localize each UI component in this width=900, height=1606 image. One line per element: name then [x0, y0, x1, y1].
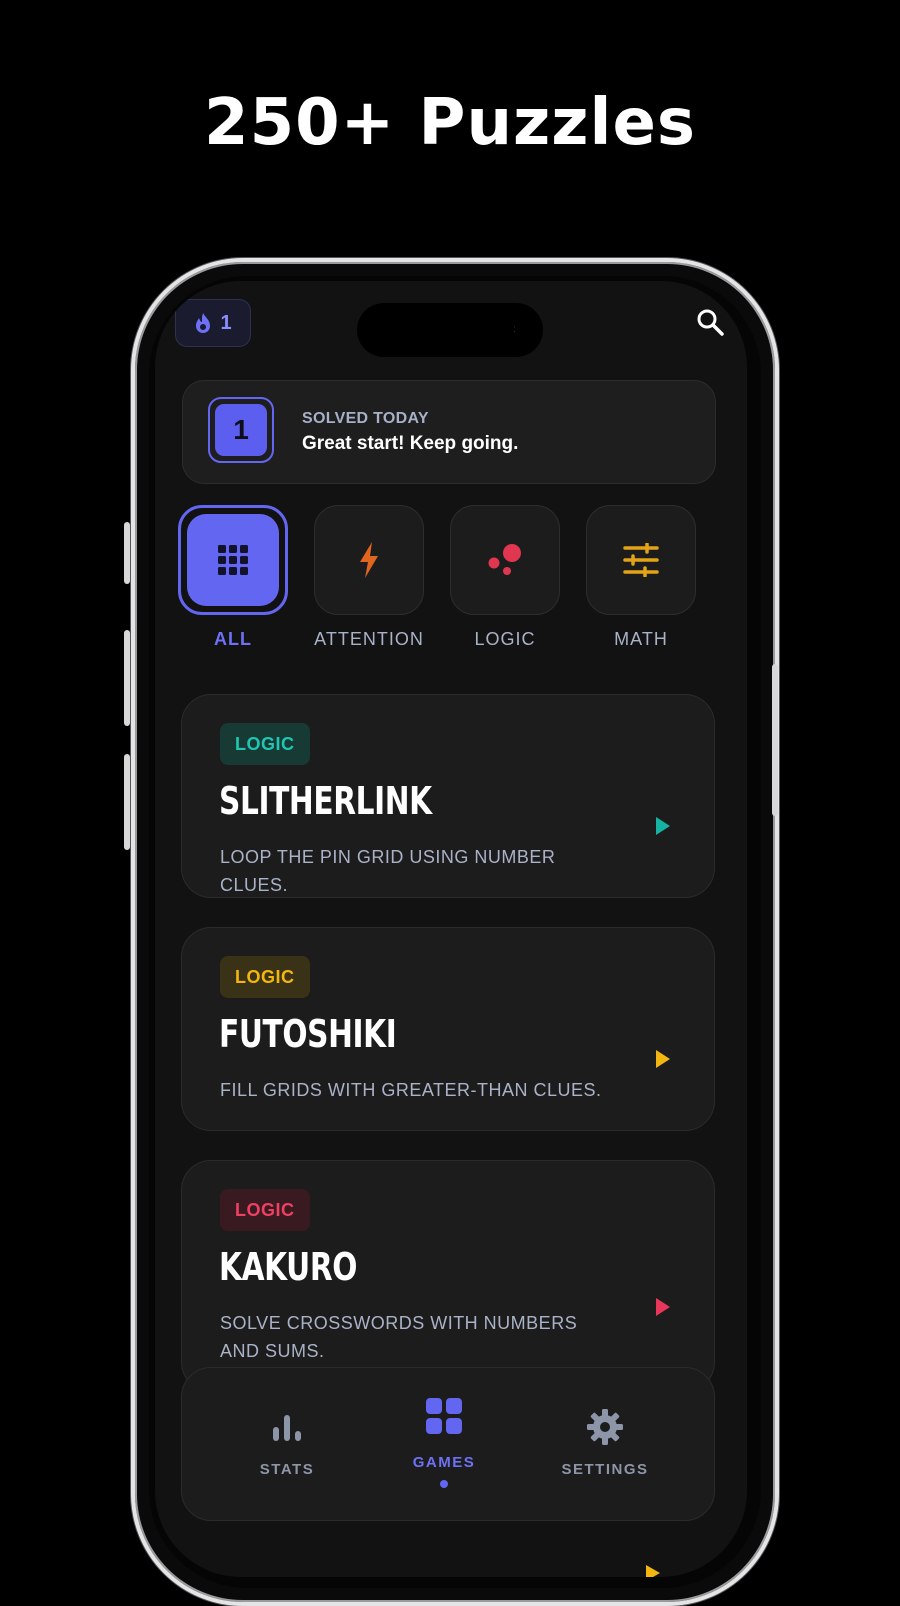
phone-side-button — [124, 754, 130, 850]
category-all[interactable]: ALL — [178, 505, 290, 650]
bar-chart-icon — [273, 1415, 301, 1441]
puzzle-title: SLITHERLINK — [219, 779, 432, 823]
flame-icon — [196, 313, 211, 333]
solved-message: Great start! Keep going. — [302, 433, 519, 454]
tab-stats[interactable]: STATS — [207, 1368, 367, 1522]
phone-side-button — [124, 630, 130, 726]
category-label: ATTENTION — [314, 629, 424, 649]
tab-label: STATS — [259, 1461, 315, 1478]
category-tag: LOGIC — [220, 956, 310, 998]
tab-label: SETTINGS — [561, 1461, 649, 1478]
tab-label: GAMES — [412, 1454, 476, 1471]
puzzle-description: LOOP THE PIN GRID USING NUMBER CLUES. — [220, 847, 556, 895]
puzzle-description: SOLVE CROSSWORDS WITH NUMBERS AND SUMS. — [220, 1313, 578, 1361]
category-tag: LOGIC — [220, 723, 310, 765]
category-logic[interactable]: LOGIC — [450, 505, 562, 650]
solved-count-box: 1 — [208, 397, 274, 463]
puzzle-description: FILL GRIDS WITH GREATER-THAN CLUES. — [220, 1080, 602, 1100]
tab-settings[interactable]: SETTINGS — [525, 1368, 685, 1522]
streak-badge[interactable]: 1 — [175, 299, 251, 347]
solved-count: 1 — [215, 404, 267, 456]
dynamic-island: : — [357, 303, 543, 357]
puzzle-title: FUTOSHIKI — [219, 1012, 397, 1056]
gear-icon — [587, 1409, 623, 1445]
puzzle-card-futoshiki[interactable]: LOGIC FUTOSHIKI FILL GRIDS WITH GREATER-… — [181, 927, 715, 1131]
solved-today-label: SOLVED TODAY — [302, 410, 429, 427]
search-icon[interactable] — [695, 307, 725, 337]
phone-side-button — [772, 664, 778, 816]
play-icon[interactable] — [656, 1050, 670, 1068]
category-math[interactable]: MATH — [586, 505, 698, 650]
play-icon[interactable] — [656, 817, 670, 835]
solved-today-card: 1 SOLVED TODAY Great start! Keep going. — [182, 380, 716, 484]
category-label: ALL — [214, 629, 252, 649]
play-icon[interactable] — [656, 1298, 670, 1316]
category-filter: ALL ATTENTION LOGIC MATH — [178, 505, 698, 665]
app-screen: : 1 1 SOLVED TODAY Great start! Keep goi… — [155, 281, 747, 1577]
puzzle-card-kakuro[interactable]: LOGIC KAKURO SOLVE CROSSWORDS WITH NUMBE… — [181, 1160, 715, 1392]
tab-bar: STATS GAMES SETTINGS — [181, 1367, 715, 1521]
headline: 250+ Puzzles — [204, 86, 696, 160]
active-indicator — [440, 1480, 448, 1488]
tab-games[interactable]: GAMES — [364, 1368, 524, 1522]
category-label: LOGIC — [474, 629, 536, 649]
grid-icon — [218, 545, 248, 575]
category-tag: LOGIC — [220, 1189, 310, 1231]
sliders-icon — [623, 543, 659, 577]
play-icon[interactable] — [646, 1565, 660, 1577]
lightning-icon — [360, 542, 378, 578]
dots-icon — [488, 544, 521, 575]
streak-count: 1 — [220, 311, 232, 334]
grid-icon — [426, 1398, 462, 1434]
puzzle-title: KAKURO — [219, 1245, 358, 1289]
phone-side-button — [124, 522, 130, 584]
category-label: MATH — [614, 629, 668, 649]
category-attention[interactable]: ATTENTION — [314, 505, 426, 650]
puzzle-card-slitherlink[interactable]: LOGIC SLITHERLINK LOOP THE PIN GRID USIN… — [181, 694, 715, 898]
